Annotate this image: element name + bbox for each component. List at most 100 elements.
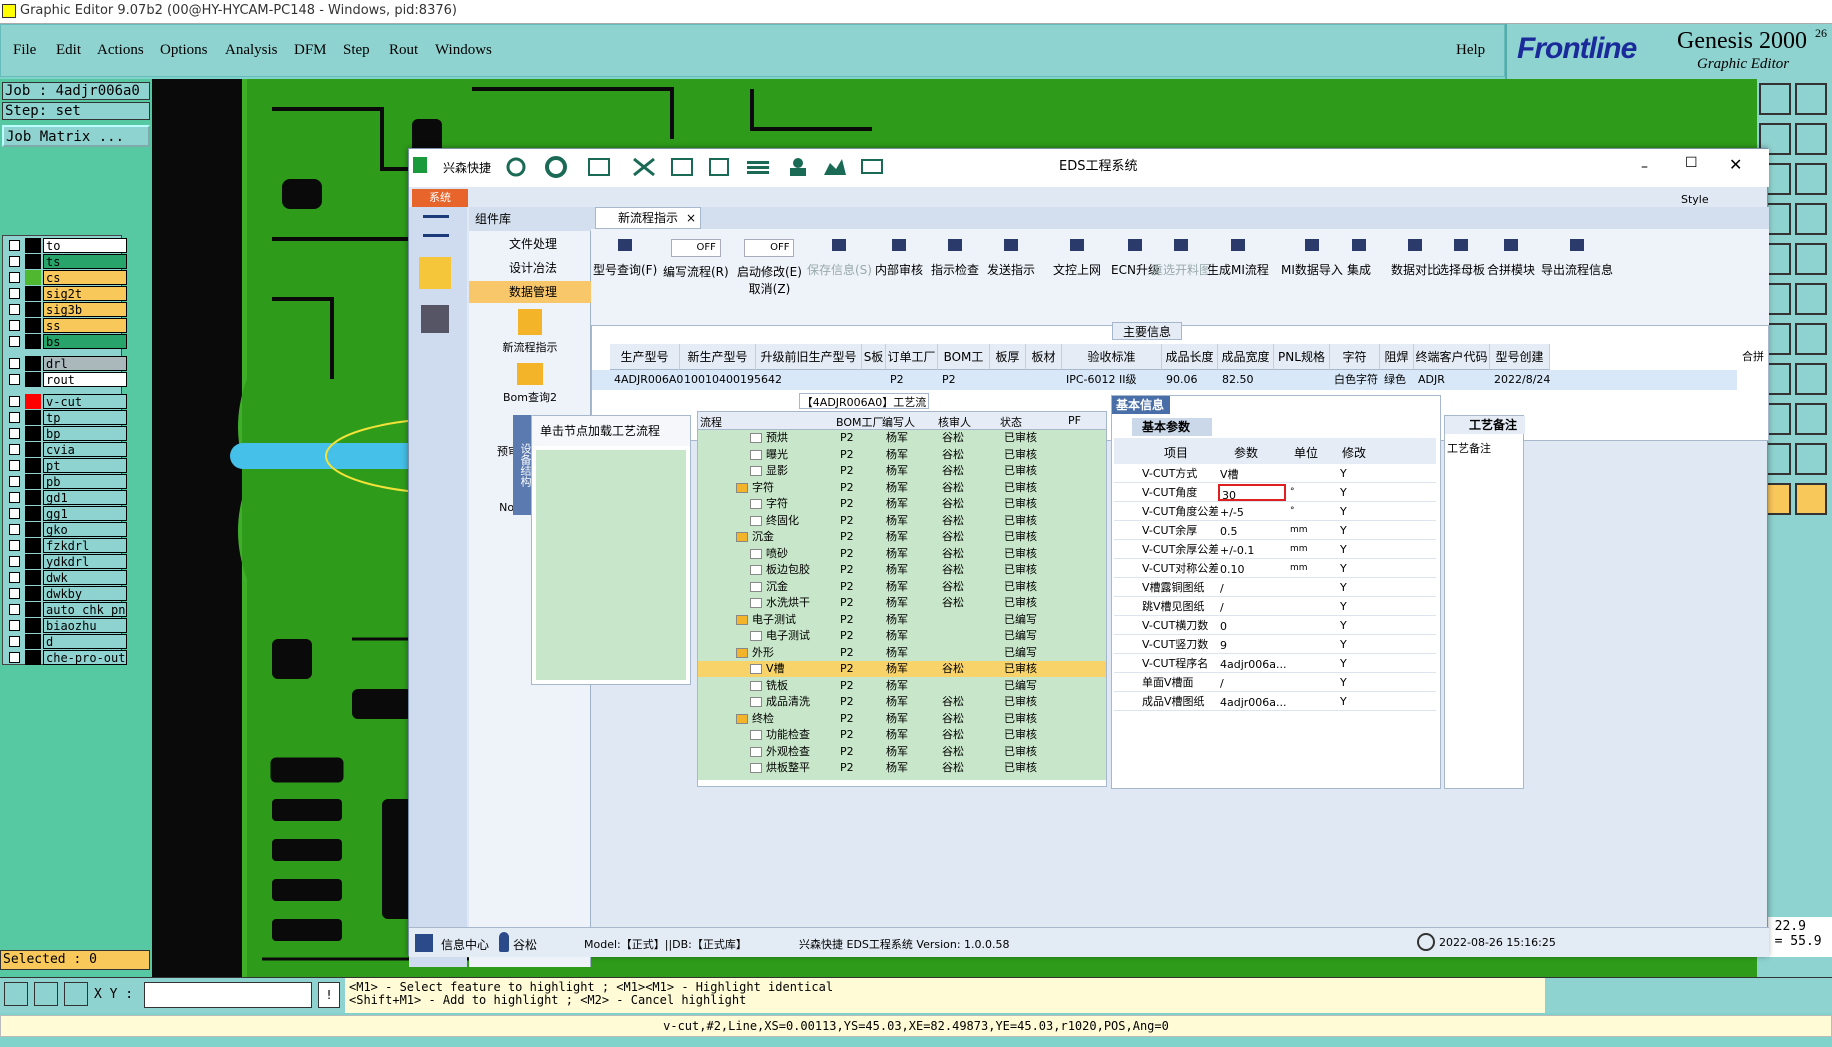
bom-query-button[interactable]: Bom查询2 xyxy=(469,363,591,405)
new-flow-button[interactable]: 新流程指示 xyxy=(469,309,591,355)
menu-actions[interactable]: Actions xyxy=(97,42,144,59)
ribbon-button[interactable]: OFF 编写流程(R) xyxy=(663,235,729,280)
column-header[interactable]: 终端客户代码 xyxy=(1414,344,1490,370)
tree-row[interactable]: 显影 P2 杨军 谷松 已审核 xyxy=(698,463,1106,479)
column-header[interactable]: 订单工厂 xyxy=(886,344,938,370)
layer-checkbox[interactable] xyxy=(9,412,20,423)
system-tab[interactable]: 系统 xyxy=(412,189,468,207)
ribbon-button[interactable]: 数据对比 xyxy=(1391,235,1439,278)
tab-new-flow[interactable]: 新流程指示 × xyxy=(595,207,701,229)
zoom-icon[interactable] xyxy=(4,982,28,1006)
tree-row[interactable]: 外观检查 P2 杨军 谷松 已审核 xyxy=(698,744,1106,760)
tree-row[interactable]: 终固化 P2 杨军 谷松 已审核 xyxy=(698,513,1106,529)
tool-button-12[interactable] xyxy=(1795,283,1827,315)
param-value[interactable]: +/-5 xyxy=(1218,503,1286,520)
ribbon-button[interactable]: 型号查询(F) xyxy=(593,235,657,278)
param-value[interactable]: 30 xyxy=(1218,484,1286,502)
layer-checkbox[interactable] xyxy=(9,556,20,567)
layer-row[interactable]: sig2t xyxy=(7,286,127,301)
layer-checkbox[interactable] xyxy=(9,428,20,439)
column-header[interactable]: 升级前旧生产型号 xyxy=(756,344,862,370)
tool-button-2[interactable] xyxy=(1795,83,1827,115)
tree-row[interactable]: 字符 P2 杨军 谷松 已审核 xyxy=(698,496,1106,512)
layer-row[interactable]: drl xyxy=(7,356,127,371)
main-info-row[interactable]: 4ADJR006A0 10010400195642 P2 P2 IPC-6012 II级… xyxy=(592,370,1737,390)
layer-checkbox[interactable] xyxy=(9,588,20,599)
tree-row[interactable]: 电子测试 P2 杨军 已编写 xyxy=(698,628,1106,644)
toggle-switch[interactable]: OFF xyxy=(670,239,721,257)
flow-node-area[interactable] xyxy=(536,450,686,680)
menu-windows[interactable]: Windows xyxy=(435,42,492,59)
layer-checkbox[interactable] xyxy=(9,288,20,299)
layer-row[interactable]: pt xyxy=(7,458,127,473)
ribbon-button[interactable]: 指示检查 xyxy=(931,235,979,278)
layer-row[interactable]: d xyxy=(7,634,127,649)
tree-row[interactable]: 预烘 P2 杨军 谷松 已审核 xyxy=(698,430,1106,446)
param-value[interactable]: / xyxy=(1218,674,1286,691)
param-row[interactable]: V槽露铜图纸 / Y xyxy=(1114,578,1436,597)
layer-row[interactable]: dwk xyxy=(7,570,127,585)
param-row[interactable]: V-CUT横刀数 0 Y xyxy=(1114,616,1436,635)
param-value[interactable]: 0 xyxy=(1218,617,1286,634)
style-menu[interactable]: Style xyxy=(1681,193,1709,206)
param-column-header[interactable]: 参数 xyxy=(1234,444,1258,461)
layer-checkbox[interactable] xyxy=(9,358,20,369)
ribbon-button[interactable]: 重选开料图 xyxy=(1151,235,1211,278)
layer-checkbox[interactable] xyxy=(9,320,20,331)
ribbon-button[interactable]: 选择母板 xyxy=(1437,235,1485,278)
menu-analysis[interactable]: Analysis xyxy=(225,42,278,59)
tree-row[interactable]: 外形 P2 杨军 已编写 xyxy=(698,645,1106,661)
layer-row[interactable]: che-pro-out xyxy=(7,650,127,665)
column-header[interactable]: 阻焊 xyxy=(1380,344,1414,370)
column-header[interactable]: 生产型号 xyxy=(610,344,680,370)
menu-file[interactable]: File xyxy=(13,42,36,59)
yx-logo-icon[interactable] xyxy=(419,257,451,289)
tree-column-header[interactable]: 编写人 xyxy=(882,414,915,430)
layer-checkbox[interactable] xyxy=(9,636,20,647)
layer-row[interactable]: ydkdrl xyxy=(7,554,127,569)
ribbon-button[interactable]: 保存信息(S) xyxy=(807,235,872,278)
menu-rout[interactable]: Rout xyxy=(389,42,418,59)
param-row[interactable]: V-CUT竖刀数 9 Y xyxy=(1114,635,1436,654)
tool-button-14[interactable] xyxy=(1795,323,1827,355)
layer-checkbox[interactable] xyxy=(9,374,20,385)
tree-column-header[interactable]: 状态 xyxy=(1000,414,1022,430)
param-value[interactable]: 0.5 xyxy=(1218,522,1286,539)
layer-row[interactable]: rout xyxy=(7,372,127,387)
column-header[interactable]: 验收标准 xyxy=(1062,344,1162,370)
maximize-button[interactable]: ☐ xyxy=(1685,155,1698,171)
layer-checkbox[interactable] xyxy=(9,492,20,503)
tool-button-18[interactable] xyxy=(1795,403,1827,435)
layer-checkbox[interactable] xyxy=(9,572,20,583)
layer-row[interactable]: fzkdrl xyxy=(7,538,127,553)
layer-checkbox[interactable] xyxy=(9,272,20,283)
layer-checkbox[interactable] xyxy=(9,396,20,407)
ribbon-button[interactable]: OFF 启动修改(E) 取消(Z) xyxy=(737,235,802,297)
layer-checkbox[interactable] xyxy=(9,620,20,631)
ribbon-button[interactable]: 文控上网 xyxy=(1053,235,1101,278)
layer-checkbox[interactable] xyxy=(9,540,20,551)
layer-row[interactable]: auto_chk_pn xyxy=(7,602,127,617)
tree-row[interactable]: 终检 P2 杨军 谷松 已审核 xyxy=(698,711,1106,727)
ribbon-button[interactable]: 导出流程信息 xyxy=(1541,235,1613,278)
column-header[interactable]: 字符 xyxy=(1330,344,1380,370)
param-column-header[interactable]: 修改 xyxy=(1342,444,1366,461)
param-row[interactable]: 跳V槽见图纸 / Y xyxy=(1114,597,1436,616)
param-column-header[interactable]: 项目 xyxy=(1164,444,1188,461)
job-matrix-button[interactable]: Job Matrix ... xyxy=(2,125,150,147)
tab-close-icon[interactable]: × xyxy=(686,208,696,228)
tree-row[interactable]: 沉金 P2 杨军 谷松 已审核 xyxy=(698,529,1106,545)
menu-options[interactable]: Options xyxy=(160,42,208,59)
param-row[interactable]: 单面V槽面 / Y xyxy=(1114,673,1436,692)
layer-checkbox[interactable] xyxy=(9,524,20,535)
param-value[interactable]: / xyxy=(1218,598,1286,615)
tool-button-4[interactable] xyxy=(1795,123,1827,155)
ribbon-button[interactable]: 集成 xyxy=(1347,235,1371,278)
param-value[interactable]: 4adjr006a... xyxy=(1218,693,1287,710)
param-value[interactable]: / xyxy=(1218,579,1286,596)
column-header[interactable]: S板 xyxy=(862,344,886,370)
param-row[interactable]: V-CUT余厚公差 +/-0.1 mm Y xyxy=(1114,540,1436,559)
comp-data-management[interactable]: 数据管理 xyxy=(469,281,591,303)
column-header[interactable]: 成品长度 xyxy=(1162,344,1218,370)
tool-button-22[interactable] xyxy=(1795,483,1827,515)
